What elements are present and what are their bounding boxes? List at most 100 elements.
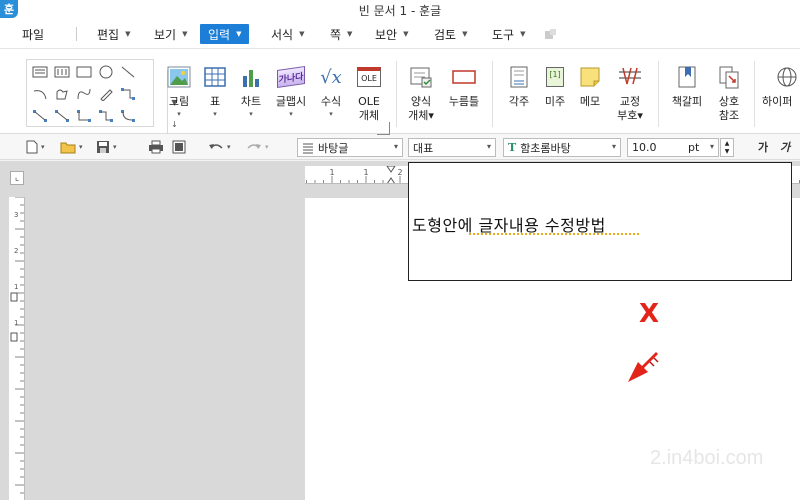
ribbon-chart-button[interactable]: 차트 ▾: [230, 63, 272, 119]
vertical-ruler[interactable]: 3 2 1 1: [9, 197, 25, 500]
straight-connector-icon[interactable]: [29, 106, 51, 126]
font-select[interactable]: T 함초롬바탕 ▾: [503, 138, 621, 157]
open-document-button[interactable]: ▾: [60, 139, 83, 155]
menu-insert[interactable]: 입력 ▼: [200, 24, 250, 44]
margin-marker: [10, 292, 18, 342]
menu-edit[interactable]: 편집 ▼: [97, 24, 130, 44]
window-title: 빈 문서 1 - 훈글: [358, 4, 442, 18]
chevron-down-icon: ▼: [299, 30, 305, 38]
ribbon-divider: [492, 61, 493, 127]
redo-button[interactable]: ▾: [246, 139, 269, 155]
chevron-down-icon: ▼: [125, 30, 131, 38]
ruler-label: 3: [14, 211, 18, 219]
ribbon-form-object-button[interactable]: 양식 개체▾: [400, 63, 442, 123]
undo-icon: [209, 144, 223, 149]
ruler-label: 1: [329, 168, 334, 177]
form-icon: [407, 63, 435, 91]
ribbon-divider: [658, 61, 659, 127]
ribbon: ▲ ▼ ↓ 그림 ▾ 표 ▾ 차트 ▾ 가나다 글맵시 ▾ √x 수식 ▾ OL…: [0, 48, 800, 138]
ruler-label: 1: [14, 319, 18, 327]
ribbon-formula-button[interactable]: √x 수식 ▾: [310, 63, 352, 119]
arrow-connector-icon[interactable]: [51, 106, 73, 126]
pen-icon[interactable]: [95, 84, 117, 104]
table-icon: [201, 63, 229, 91]
arc-shape-icon[interactable]: [29, 84, 51, 104]
ruler-toggle-button[interactable]: ⌞: [10, 171, 24, 185]
chart-icon: [237, 63, 265, 91]
endnote-icon: [1]: [541, 63, 569, 91]
menu-format[interactable]: 서식 ▼: [271, 24, 304, 44]
bookmark-icon: [673, 63, 701, 91]
menu-file[interactable]: 파일: [22, 26, 44, 43]
ribbon-divider: [754, 61, 755, 127]
polygon-shape-icon[interactable]: [51, 84, 73, 104]
margin-corner-mark: [377, 122, 390, 135]
spellcheck-underline: [469, 233, 639, 235]
formula-icon: √x: [320, 66, 342, 88]
vertical-text-shape-icon[interactable]: [51, 62, 73, 82]
memo-icon: [576, 63, 604, 91]
outline-select[interactable]: 대표 ▾: [408, 138, 496, 157]
elbow-arrow-connector-icon[interactable]: [95, 106, 117, 126]
wordart-icon: 가나다: [277, 63, 305, 91]
ribbon-bookmark-button[interactable]: 책갈피: [666, 63, 708, 109]
field-icon: [450, 63, 478, 91]
line-shape-icon[interactable]: [117, 62, 139, 82]
ribbon-field-button[interactable]: 누름틀: [443, 63, 485, 109]
rectangle-shape-icon[interactable]: [73, 62, 95, 82]
italic-button[interactable]: 가: [780, 139, 790, 155]
format-toolbar: ▾ ▾ ▾ ▾ ▾ 바탕글 ▾ 대표 ▾ T 함초롬바탕 ▾ 10.0 pt ▾ ▲ …: [0, 134, 800, 160]
curve-shape-icon[interactable]: [73, 84, 95, 104]
ruler-label: 1: [14, 283, 18, 291]
redo-icon: [247, 144, 261, 149]
indent-marker: [386, 166, 396, 183]
save-button[interactable]: ▾: [96, 139, 117, 155]
style-select[interactable]: 바탕글 ▾: [297, 138, 403, 157]
chevron-down-icon: ▼: [520, 30, 526, 38]
menu-page[interactable]: 쪽 ▼: [330, 24, 352, 44]
connector-shape-icon[interactable]: [117, 84, 139, 104]
cross-ref-icon: [715, 63, 743, 91]
elbow-connector-icon[interactable]: [73, 106, 95, 126]
ribbon-ole-button[interactable]: OLE OLE 개체: [348, 63, 390, 123]
ribbon-memo-button[interactable]: 메모: [569, 63, 611, 109]
chevron-down-icon: ▼: [403, 30, 409, 38]
menu-bar: 파일 편집 ▼ 보기 ▼ 입력 ▼ 서식 ▼ 쪽 ▼ 보안 ▼ 검토 ▼ 도구 ▼: [0, 20, 800, 48]
ellipse-shape-icon[interactable]: [95, 62, 117, 82]
menu-view[interactable]: 보기 ▼: [154, 24, 187, 44]
print-preview-button[interactable]: [172, 139, 186, 155]
ruler-label: 1: [363, 168, 368, 177]
font-size-stepper[interactable]: ▲ ▼: [720, 138, 734, 157]
folder-icon: [60, 142, 76, 154]
ribbon-divider: [396, 61, 397, 127]
ribbon-hyperlink-button[interactable]: 하이퍼: [762, 63, 800, 109]
extension-icon[interactable]: [544, 28, 558, 40]
bold-button[interactable]: 가: [758, 139, 768, 155]
font-size-input[interactable]: 10.0 pt ▾: [627, 138, 719, 157]
chevron-down-icon: ▼: [462, 30, 468, 38]
shapes-gallery[interactable]: ▲ ▼ ↓: [26, 59, 178, 138]
chevron-down-icon: ▼: [347, 30, 353, 38]
new-document-button[interactable]: ▾: [26, 139, 45, 155]
hyperlink-icon: [773, 63, 800, 91]
red-arrow-annotation: [620, 350, 664, 394]
picture-icon: [165, 63, 193, 91]
ribbon-proofread-button[interactable]: 교정 부호▾: [609, 63, 651, 123]
chevron-down-icon: ▼: [236, 30, 242, 38]
font-type-icon: T: [508, 141, 517, 154]
undo-button[interactable]: ▾: [208, 139, 231, 155]
curved-connector-icon[interactable]: [117, 106, 139, 126]
text-box-shape[interactable]: 도형안에 글자내용 수정방법: [408, 162, 792, 281]
proofread-icon: [616, 63, 644, 91]
print-button[interactable]: [148, 139, 164, 155]
menu-security[interactable]: 보안 ▼: [375, 24, 408, 44]
ribbon-wordart-button[interactable]: 가나다 글맵시 ▾: [270, 63, 312, 119]
ribbon-cross-reference-button[interactable]: 상호 참조: [708, 63, 750, 123]
text-shape-icon[interactable]: [29, 62, 51, 82]
ruler-label: 2: [14, 247, 18, 255]
menu-review[interactable]: 검토 ▼: [434, 24, 467, 44]
new-document-icon: [26, 140, 38, 154]
save-icon: [97, 141, 109, 153]
menu-tools[interactable]: 도구 ▼: [492, 24, 525, 44]
close-x-annotation: X: [639, 299, 660, 329]
